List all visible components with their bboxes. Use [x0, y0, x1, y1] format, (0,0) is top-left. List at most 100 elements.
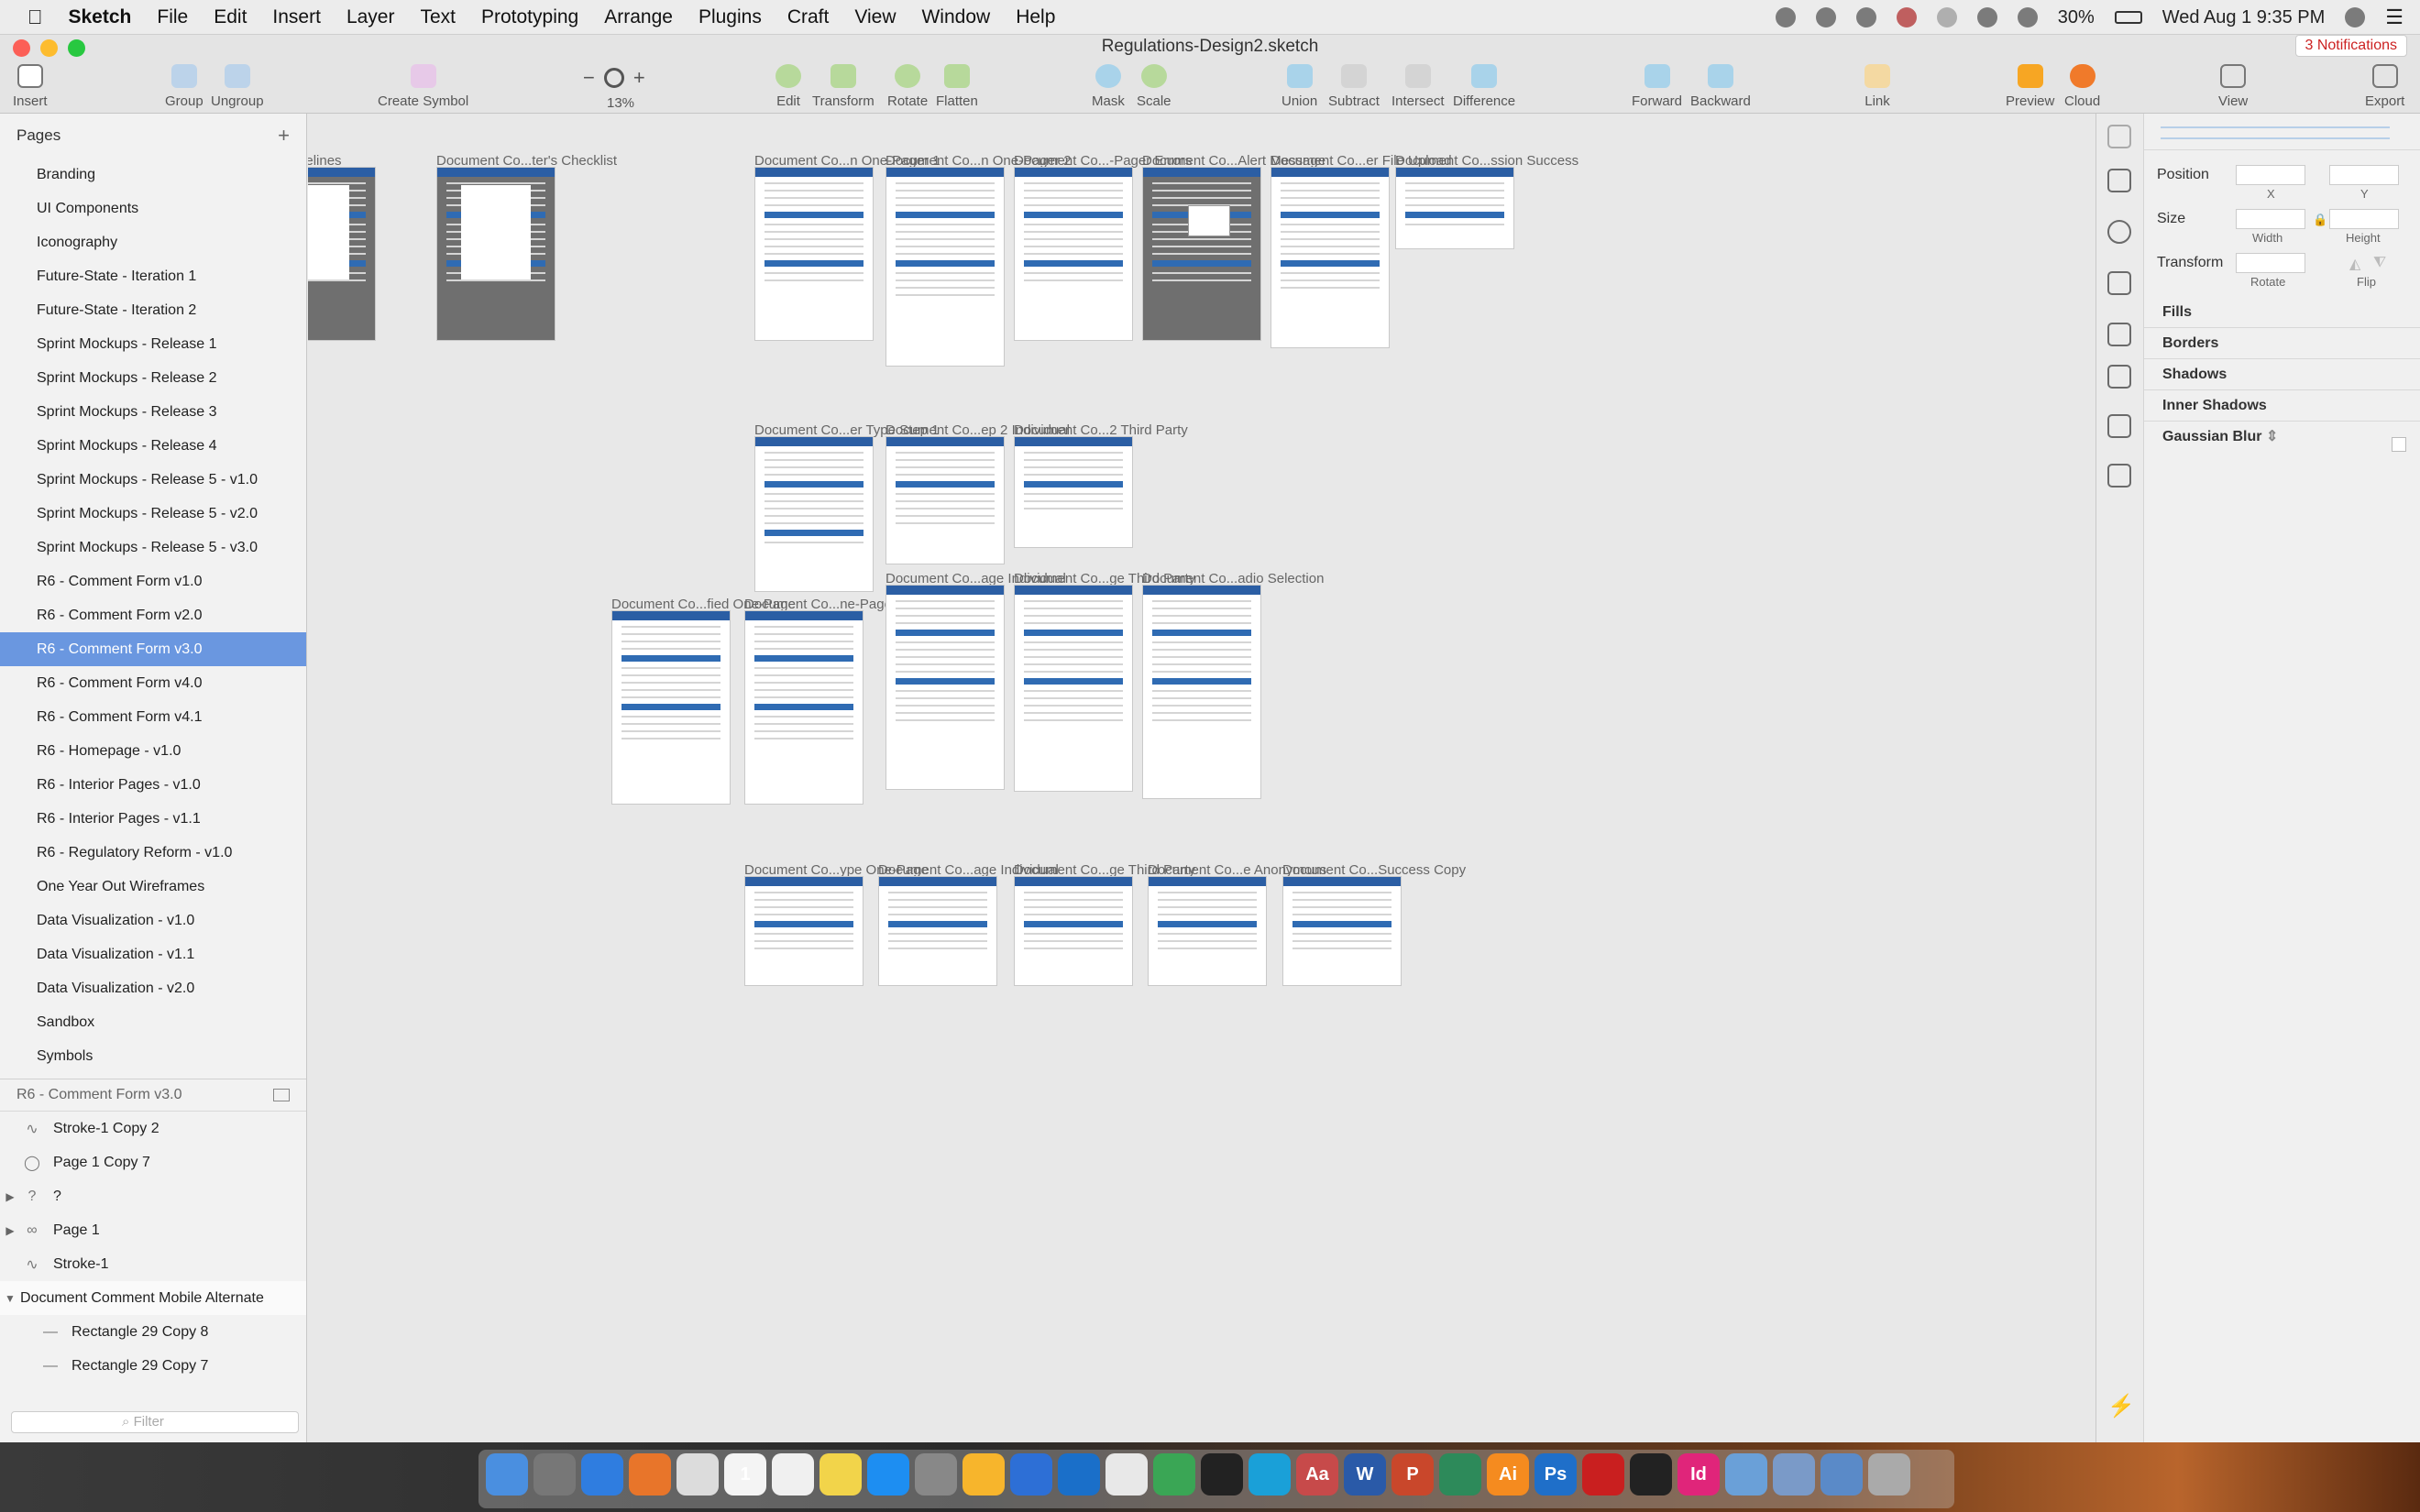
ungroup-button[interactable]: Ungroup	[211, 60, 264, 109]
position-y-input[interactable]	[2329, 165, 2399, 185]
layer-item[interactable]: ▼ Document Comment Mobile Alternate	[0, 1281, 306, 1315]
vpn-icon[interactable]	[1439, 1453, 1481, 1496]
chrome-icon[interactable]	[676, 1453, 719, 1496]
menu-craft[interactable]: Craft	[775, 6, 842, 28]
menu-file[interactable]: File	[144, 6, 201, 28]
page-item[interactable]: R6 - Comment Form v1.0	[0, 564, 306, 598]
layer-item[interactable]: ◯ Page 1 Copy 7	[0, 1145, 306, 1179]
page-item[interactable]: Data Visualization - v2.0	[0, 971, 306, 1005]
lightning-icon[interactable]: ⚡	[2107, 1393, 2135, 1419]
page-item[interactable]: R6 - Regulatory Reform - v1.0	[0, 836, 306, 870]
collapse-layers-icon[interactable]	[273, 1089, 290, 1101]
disclosure-triangle-icon[interactable]: ▶	[0, 1190, 20, 1203]
zoom-in-button[interactable]: +	[633, 66, 645, 90]
folder-icon[interactable]	[1725, 1453, 1767, 1496]
maps-icon[interactable]	[1010, 1453, 1052, 1496]
disclosure-triangle-icon[interactable]: ▶	[0, 1224, 20, 1237]
artboard[interactable]: Document Co...Alert Message	[1142, 153, 1326, 341]
outlook-icon[interactable]	[1058, 1453, 1100, 1496]
artboard[interactable]: Document Co...2 Third Party	[1014, 422, 1188, 548]
page-item[interactable]: R6 - Comment Form v2.0	[0, 598, 306, 632]
word-icon[interactable]: W	[1344, 1453, 1386, 1496]
create-symbol-button[interactable]: Create Symbol	[378, 60, 468, 109]
backward-button[interactable]: Backward	[1690, 60, 1751, 109]
menu-help[interactable]: Help	[1003, 6, 1068, 28]
zoom-window-button[interactable]	[68, 39, 85, 57]
page-item[interactable]: Data Visualization - v1.0	[0, 904, 306, 937]
page-item[interactable]: R6 - Comment Form v4.0	[0, 666, 306, 700]
view-button[interactable]: View	[2218, 60, 2248, 109]
eyedropper-icon[interactable]	[2107, 414, 2131, 438]
layer-item[interactable]: ▶ ∞ Page 1	[0, 1213, 306, 1247]
list-icon[interactable]	[2107, 323, 2131, 346]
craft-icon[interactable]	[2107, 125, 2131, 148]
artboard[interactable]: Document Co...age Individual	[886, 571, 1066, 790]
lock-icon[interactable]: 🔒	[2313, 213, 2327, 227]
app-store-icon[interactable]	[867, 1453, 909, 1496]
forward-button[interactable]: Forward	[1632, 60, 1682, 109]
height-input[interactable]	[2329, 209, 2399, 229]
dictionary-icon[interactable]: Aa	[1296, 1453, 1338, 1496]
menu-arrange[interactable]: Arrange	[591, 6, 686, 28]
mask-button[interactable]: Mask	[1092, 60, 1125, 109]
figma-icon[interactable]	[1201, 1453, 1243, 1496]
menu-plugins[interactable]: Plugins	[686, 6, 775, 28]
artboard[interactable]: Document Co...-Pager Errors	[1014, 153, 1192, 341]
page-item[interactable]: One Year Out Wireframes	[0, 870, 306, 904]
magnifier-icon[interactable]	[603, 68, 624, 88]
edit-button[interactable]: Edit	[776, 60, 801, 109]
menu-insert[interactable]: Insert	[259, 6, 334, 28]
sketch-icon[interactable]	[962, 1453, 1005, 1496]
intersect-button[interactable]: Intersect	[1392, 60, 1445, 109]
firefox-icon[interactable]	[629, 1453, 671, 1496]
page-item[interactable]: Sprint Mockups - Release 5 - v2.0	[0, 497, 306, 531]
terminal-icon[interactable]	[1630, 1453, 1672, 1496]
launchpad-icon[interactable]	[534, 1453, 576, 1496]
artboard[interactable]: Document Co...ssion Success	[1395, 153, 1578, 249]
cloud-button[interactable]: Cloud	[2064, 60, 2100, 109]
page-item[interactable]: Branding	[0, 158, 306, 192]
menu-prototyping[interactable]: Prototyping	[468, 6, 591, 28]
hexagon-icon[interactable]	[2107, 220, 2131, 244]
rotate-input[interactable]	[2236, 253, 2305, 273]
page-item[interactable]: Future-State - Iteration 1	[0, 259, 306, 293]
layer-item[interactable]: ∿ Stroke-1	[0, 1247, 306, 1281]
page-item[interactable]: R6 - Homepage - v1.0	[0, 734, 306, 768]
shield-alert-icon[interactable]	[1896, 7, 1917, 27]
page-item[interactable]: Data Visualization - v1.1	[0, 937, 306, 971]
preview-button[interactable]: Preview	[2006, 60, 2054, 109]
transform-button[interactable]: Transform	[812, 60, 874, 109]
menu-layer[interactable]: Layer	[334, 6, 408, 28]
artboard[interactable]: Document Co...n One-Pager 2	[886, 153, 1072, 367]
downloads-icon[interactable]	[1820, 1453, 1863, 1496]
artboard[interactable]: Document Co...age Individual	[878, 862, 1059, 986]
group-button[interactable]: Group	[165, 60, 204, 109]
menu-view[interactable]: View	[842, 6, 908, 28]
artboard[interactable]: Document Co...fied One-Page	[611, 597, 796, 805]
export-button[interactable]: Export	[2365, 60, 2404, 109]
gaussian-blur-checkbox[interactable]	[2392, 437, 2406, 452]
artboard[interactable]: Document Co...er Type Step 1	[754, 422, 940, 592]
disclosure-triangle-icon[interactable]: ▼	[0, 1292, 20, 1305]
airplay-icon[interactable]	[2017, 7, 2038, 27]
illustrator-icon[interactable]: Ai	[1487, 1453, 1529, 1496]
upload-icon[interactable]	[2107, 169, 2131, 192]
libreoffice-icon[interactable]	[1248, 1453, 1291, 1496]
notifications-badge[interactable]: 3 Notifications	[2294, 35, 2407, 57]
flip-vertical-icon[interactable]: ⧨	[2373, 255, 2386, 271]
wifi-icon[interactable]	[1976, 7, 1997, 27]
artboard[interactable]: Document Co...Success Copy	[1282, 862, 1466, 986]
system-preferences-icon[interactable]	[915, 1453, 957, 1496]
page-item[interactable]: Sandbox	[0, 1005, 306, 1039]
artboard[interactable]: Document Co...er File Upload	[1270, 153, 1452, 348]
page-item[interactable]: R6 - Comment Form v3.0	[0, 632, 306, 666]
indesign-icon[interactable]: Id	[1678, 1453, 1720, 1496]
flip-horizontal-icon[interactable]: ◭	[2349, 255, 2360, 273]
flatten-button[interactable]: Flatten	[936, 60, 978, 109]
acrobat-icon[interactable]	[1582, 1453, 1624, 1496]
page-item[interactable]: Iconography	[0, 225, 306, 259]
safari-icon[interactable]	[581, 1453, 623, 1496]
apple-menu-icon[interactable]: 	[0, 5, 56, 29]
trash-icon[interactable]	[1868, 1453, 1910, 1496]
artboard[interactable]: Document Co...ype One-Page	[744, 862, 929, 986]
